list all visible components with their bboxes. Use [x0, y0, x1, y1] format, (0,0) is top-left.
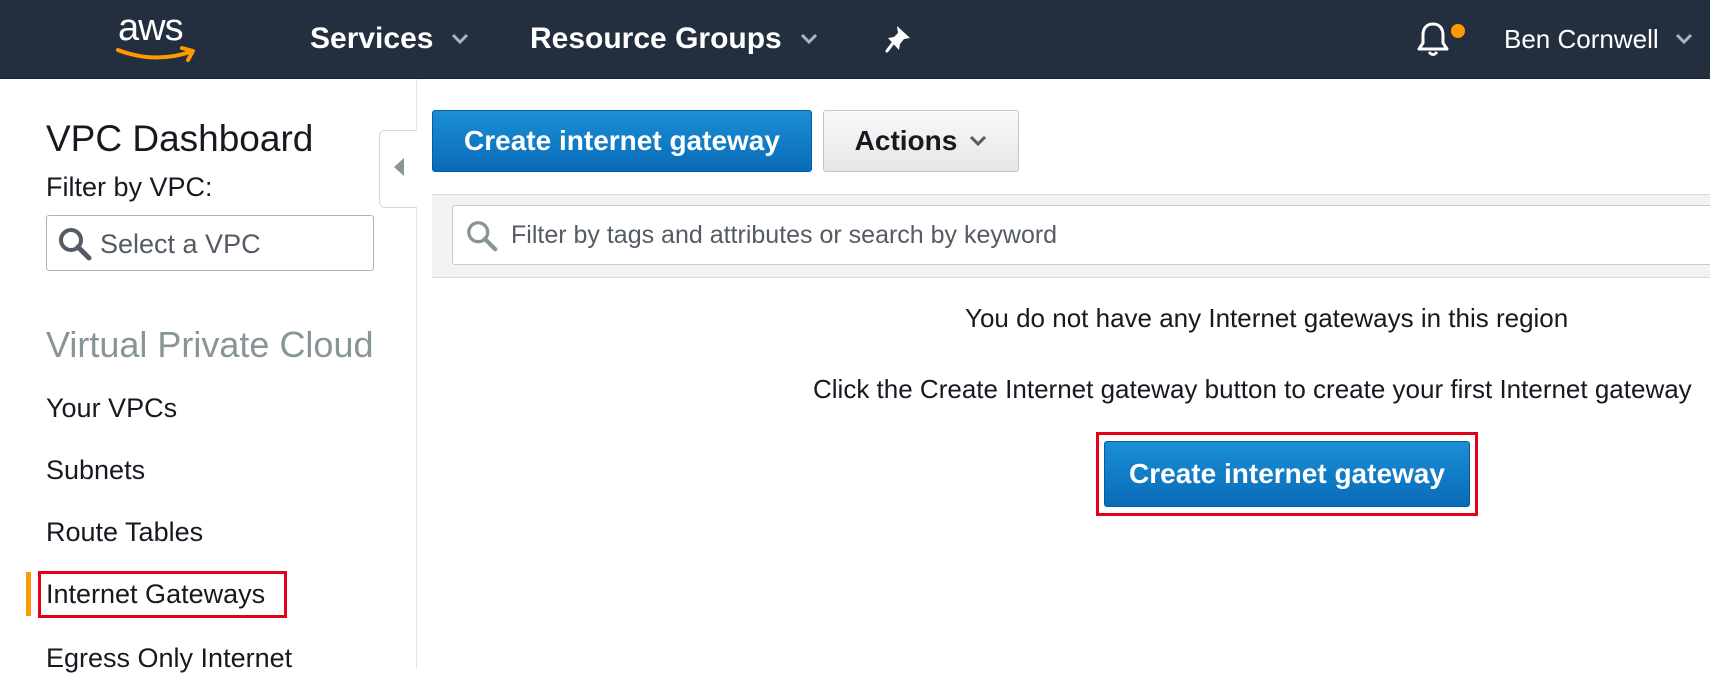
sidebar-section-title: Virtual Private Cloud [46, 324, 374, 365]
resource-groups-label: Resource Groups [530, 22, 782, 55]
resource-groups-menu[interactable]: Resource Groups [530, 20, 818, 58]
user-menu[interactable]: Ben Cornwell [1504, 20, 1693, 58]
services-menu[interactable]: Services [310, 20, 469, 58]
collapse-sidebar-button[interactable] [379, 130, 417, 208]
sidebar-item-egress-only-internet[interactable]: Egress Only Internet [46, 643, 292, 674]
chevron-down-icon [451, 33, 469, 45]
bell-icon[interactable] [1415, 20, 1451, 63]
aws-logo[interactable]: aws [112, 6, 204, 66]
pin-icon[interactable] [884, 24, 914, 59]
empty-state-help-text: Click the Create Internet gateway button… [813, 374, 1692, 404]
sidebar-item-internet-gateways[interactable]: Internet Gateways [46, 579, 265, 610]
chevron-down-icon [1675, 33, 1693, 45]
chevron-down-icon [969, 135, 987, 147]
sidebar-item-your-vpcs[interactable]: Your VPCs [46, 393, 177, 424]
vpc-select-placeholder: Select a VPC [100, 229, 261, 259]
user-name: Ben Cornwell [1504, 23, 1659, 54]
sidebar-title[interactable]: VPC Dashboard [46, 118, 313, 160]
caret-left-icon [392, 156, 406, 183]
active-item-indicator [26, 572, 31, 616]
sidebar-item-subnets[interactable]: Subnets [46, 455, 145, 486]
aws-logo-text: aws [118, 7, 184, 49]
search-icon [465, 219, 499, 258]
top-navigation-bar: aws Services Resource Groups Ben Cornwel… [0, 0, 1710, 79]
create-internet-gateway-button[interactable]: Create internet gateway [432, 110, 812, 172]
actions-label: Actions [854, 125, 958, 156]
empty-state-title: You do not have any Internet gateways in… [965, 303, 1569, 333]
empty-state-create-button[interactable]: Create internet gateway [1104, 441, 1470, 507]
actions-button[interactable]: Actions [823, 110, 1019, 172]
chevron-down-icon [800, 33, 818, 45]
search-icon [57, 226, 93, 267]
vpc-select[interactable]: Select a VPC [46, 215, 374, 271]
notification-badge [1451, 24, 1465, 38]
sidebar-item-route-tables[interactable]: Route Tables [46, 517, 203, 548]
services-label: Services [310, 22, 434, 55]
aws-smile-icon [116, 46, 195, 62]
filter-by-vpc-label: Filter by VPC: [46, 172, 213, 202]
search-placeholder: Filter by tags and attributes or search … [511, 221, 1058, 249]
sidebar: VPC Dashboard Filter by VPC: Select a VP… [0, 79, 417, 673]
search-input[interactable]: Filter by tags and attributes or search … [452, 205, 1710, 265]
